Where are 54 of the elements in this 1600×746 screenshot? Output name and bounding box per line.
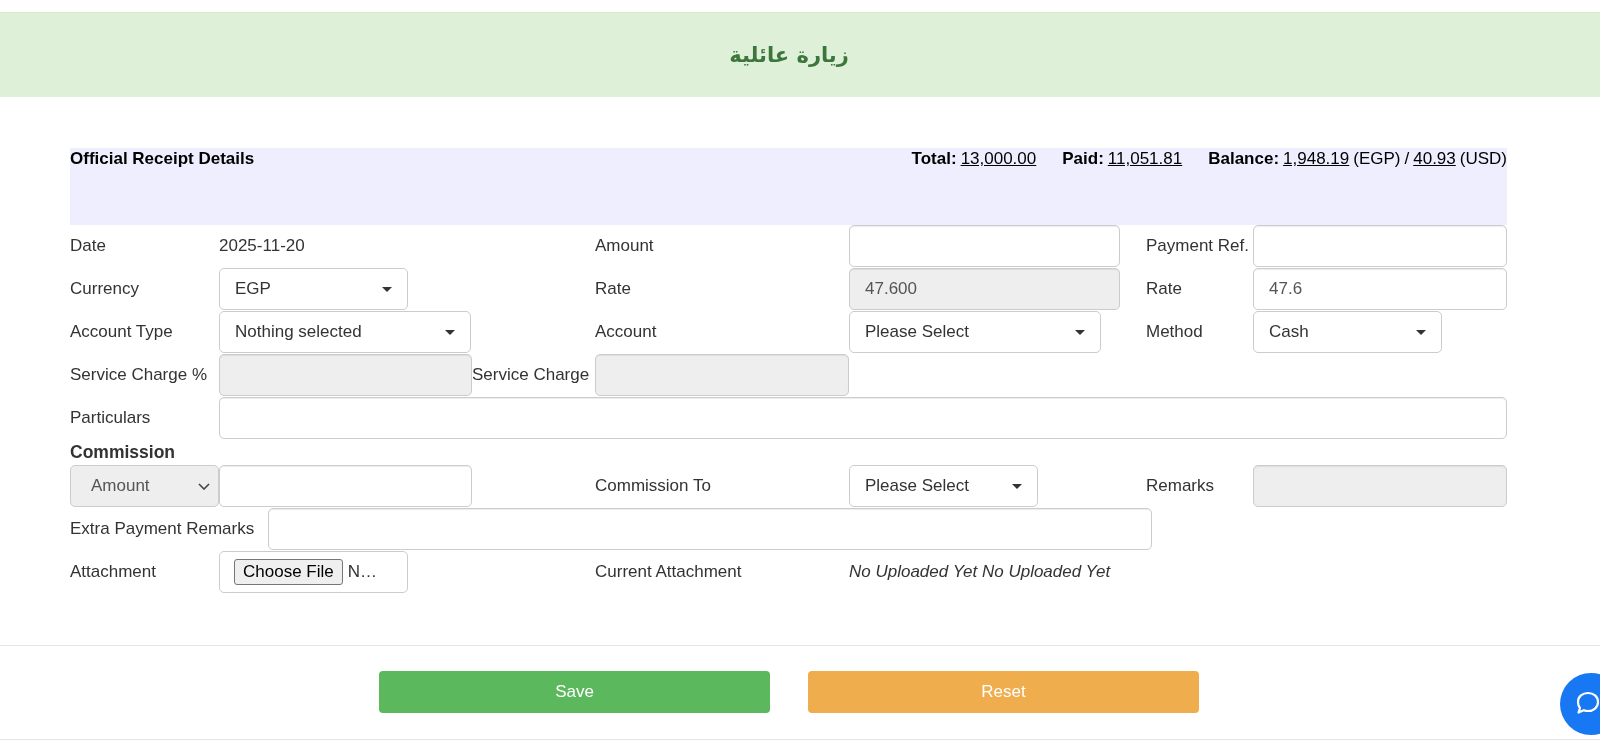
page-title: زيارة عائلية — [729, 43, 849, 67]
dropdown-select[interactable]: Please Select — [849, 465, 1038, 507]
field-label: Rate — [1146, 279, 1182, 299]
input-field[interactable]: 47.6 — [1253, 268, 1507, 310]
dropdown-select[interactable]: EGP — [219, 268, 408, 310]
summary-amount: 40.93 — [1413, 149, 1456, 169]
file-name-text: N… — [347, 562, 377, 582]
field-label: Date — [70, 236, 106, 256]
input-field[interactable] — [219, 397, 1507, 439]
receipt-details-title: Official Receipt Details — [70, 149, 255, 169]
input-field[interactable] — [1253, 225, 1507, 267]
field-label: Method — [1146, 322, 1203, 342]
field-label: Remarks — [1146, 476, 1214, 496]
input-field[interactable] — [268, 508, 1152, 550]
field-label: Payment Ref. — [1146, 236, 1249, 256]
field-label: Current Attachment — [595, 562, 742, 582]
summary-label: Total: — [911, 149, 957, 169]
field-label: Currency — [70, 279, 139, 299]
summary-label: Balance: — [1208, 149, 1280, 169]
dropdown-select[interactable]: Cash — [1253, 311, 1442, 353]
input-field[interactable] — [849, 225, 1120, 267]
caret-icon — [445, 329, 455, 335]
summary-label: Paid: — [1062, 149, 1104, 169]
file-input[interactable]: Choose File N… — [219, 551, 408, 593]
input-field[interactable] — [219, 465, 472, 507]
caret-icon — [382, 286, 392, 292]
summary-amount: 13,000.00 — [960, 149, 1037, 169]
caret-icon — [1012, 483, 1022, 489]
chat-button[interactable] — [1560, 673, 1600, 735]
field-value: 2025-11-20 — [219, 236, 305, 256]
field-label: Account Type — [70, 322, 173, 342]
attachment-status-text: No Uploaded Yet No Uploaded Yet — [849, 562, 1111, 582]
field-label: Extra Payment Remarks — [70, 519, 255, 539]
caret-icon — [1075, 329, 1085, 335]
currency-label: (USD) — [1459, 149, 1507, 169]
choose-file-button[interactable]: Choose File — [234, 559, 343, 585]
summary-amount: 1,948.19 — [1283, 149, 1350, 169]
field-label: Service Charge — [472, 365, 590, 385]
field-label: Commission To — [595, 476, 711, 496]
section-heading: Commission — [70, 442, 176, 463]
field-label: Attachment — [70, 562, 156, 582]
dropdown-select[interactable]: Nothing selected — [219, 311, 471, 353]
field-label: Amount — [595, 236, 654, 256]
separator-text: / — [1404, 149, 1410, 169]
caret-icon — [1416, 329, 1426, 335]
field-label: Particulars — [70, 408, 151, 428]
chevron-down-icon — [198, 482, 210, 490]
field-label: Service Charge % — [70, 365, 207, 385]
dropdown-select[interactable]: Please Select — [849, 311, 1101, 353]
chat-bubble-icon — [1576, 691, 1600, 714]
summary-amount: 11,051.81 — [1107, 149, 1183, 169]
field-label: Account — [595, 322, 657, 342]
currency-label: (EGP) — [1353, 149, 1401, 169]
field-label: Rate — [595, 279, 631, 299]
